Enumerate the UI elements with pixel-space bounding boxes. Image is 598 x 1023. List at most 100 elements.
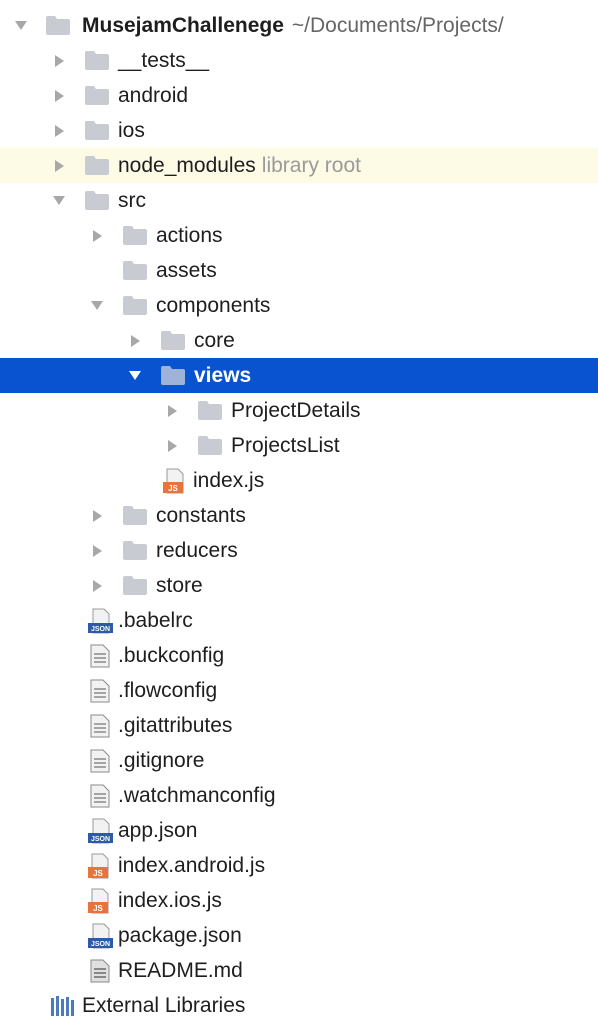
library-icon (50, 988, 76, 1023)
tree-item-actions[interactable]: actions (0, 218, 598, 253)
tree-item-label: app.json (118, 819, 198, 842)
tree-item-label: package.json (118, 924, 242, 947)
chevron-down-icon[interactable] (126, 358, 144, 393)
tree-item-label: index.js (193, 469, 265, 492)
js-file-icon: JS (88, 883, 112, 918)
tree-item-label: .gitattributes (118, 714, 233, 737)
tree-item-watchmanconfig[interactable]: .watchmanconfig (0, 778, 598, 813)
svg-text:JS: JS (93, 904, 103, 913)
tree-item-label: __tests__ (118, 49, 210, 72)
tree-item-project-details[interactable]: ProjectDetails (0, 393, 598, 428)
tree-item-label: ios (118, 119, 145, 142)
chevron-down-icon[interactable] (50, 183, 68, 218)
tree-item-store[interactable]: store (0, 568, 598, 603)
chevron-right-icon[interactable] (88, 568, 106, 603)
folder-icon (85, 43, 109, 78)
root-path: ~/Documents/Projects/ (291, 14, 504, 37)
folder-icon (198, 393, 222, 428)
text-file-icon (90, 778, 110, 813)
json-file-icon: JSON (88, 603, 114, 638)
tree-item-src[interactable]: src (0, 183, 598, 218)
text-file-icon (90, 708, 110, 743)
folder-icon (123, 253, 147, 288)
folder-icon (46, 8, 70, 43)
tree-item-label: src (118, 189, 146, 212)
tree-item-babelrc[interactable]: JSON .babelrc (0, 603, 598, 638)
folder-icon (85, 113, 109, 148)
tree-item-flowconfig[interactable]: .flowconfig (0, 673, 598, 708)
tree-item-label: store (156, 574, 203, 597)
svg-text:JSON: JSON (91, 836, 110, 843)
chevron-right-icon[interactable] (163, 428, 181, 463)
tree-item-label: External Libraries (82, 994, 246, 1017)
tree-item-ios[interactable]: ios (0, 113, 598, 148)
folder-icon (123, 568, 147, 603)
tree-item-reducers[interactable]: reducers (0, 533, 598, 568)
text-file-icon (90, 743, 110, 778)
tree-item-android[interactable]: android (0, 78, 598, 113)
svg-text:JS: JS (168, 484, 178, 493)
project-tree: MusejamChallenege ~/Documents/Projects/ _… (0, 0, 598, 1017)
tree-item-label: actions (156, 224, 223, 247)
tree-item-label: README.md (118, 959, 243, 982)
tree-item-index-android-js[interactable]: JS index.android.js (0, 848, 598, 883)
tree-item-label: components (156, 294, 271, 317)
folder-icon (123, 498, 147, 533)
tree-item-tests[interactable]: __tests__ (0, 43, 598, 78)
tree-item-gitignore[interactable]: .gitignore (0, 743, 598, 778)
chevron-right-icon[interactable] (50, 113, 68, 148)
tree-item-label: core (194, 329, 235, 352)
folder-icon (123, 218, 147, 253)
tree-item-package-json[interactable]: JSON package.json (0, 918, 598, 953)
tree-item-label: .gitignore (118, 749, 205, 772)
chevron-right-icon[interactable] (163, 393, 181, 428)
tree-item-gitattributes[interactable]: .gitattributes (0, 708, 598, 743)
tree-item-constants[interactable]: constants (0, 498, 598, 533)
text-file-icon (90, 953, 110, 988)
tree-root[interactable]: MusejamChallenege ~/Documents/Projects/ (0, 8, 598, 43)
tree-item-node-modules[interactable]: node_modules library root (0, 148, 598, 183)
tree-item-label: assets (156, 259, 217, 282)
js-file-icon: JS (88, 848, 112, 883)
chevron-right-icon[interactable] (88, 218, 106, 253)
json-file-icon: JSON (88, 918, 114, 953)
tree-item-label: .watchmanconfig (118, 784, 276, 807)
folder-icon (123, 533, 147, 568)
tree-item-buckconfig[interactable]: .buckconfig (0, 638, 598, 673)
text-file-icon (90, 673, 110, 708)
folder-icon (85, 78, 109, 113)
tree-item-index-ios-js[interactable]: JS index.ios.js (0, 883, 598, 918)
folder-icon (123, 288, 147, 323)
tree-item-label: constants (156, 504, 246, 527)
chevron-right-icon[interactable] (88, 533, 106, 568)
tree-item-label: ProjectDetails (231, 399, 361, 422)
folder-icon (85, 148, 109, 183)
chevron-right-icon[interactable] (50, 78, 68, 113)
tree-item-label: android (118, 84, 189, 107)
tree-item-label: .flowconfig (118, 679, 218, 702)
tree-item-components[interactable]: components (0, 288, 598, 323)
svg-text:JS: JS (93, 869, 103, 878)
tree-item-label: ProjectsList (231, 434, 340, 457)
chevron-right-icon[interactable] (126, 323, 144, 358)
expand-arrow-icon[interactable] (12, 8, 30, 43)
folder-icon (161, 358, 185, 393)
tree-item-assets[interactable]: assets (0, 253, 598, 288)
chevron-right-icon[interactable] (50, 43, 68, 78)
chevron-right-icon[interactable] (88, 498, 106, 533)
tree-item-views[interactable]: views (0, 358, 598, 393)
tree-item-index-js[interactable]: JS index.js (0, 463, 598, 498)
chevron-right-icon[interactable] (50, 148, 68, 183)
tree-item-projects-list[interactable]: ProjectsList (0, 428, 598, 463)
svg-text:JSON: JSON (91, 626, 110, 633)
tree-item-core[interactable]: core (0, 323, 598, 358)
tree-item-label: index.ios.js (118, 889, 222, 912)
chevron-down-icon[interactable] (88, 288, 106, 323)
tree-item-app-json[interactable]: JSON app.json (0, 813, 598, 848)
tree-item-label: .buckconfig (118, 644, 225, 667)
tree-item-readme[interactable]: README.md (0, 953, 598, 988)
tree-item-label: .babelrc (118, 609, 193, 632)
folder-icon (85, 183, 109, 218)
js-file-icon: JS (163, 463, 187, 498)
tree-item-external-libraries[interactable]: External Libraries (0, 988, 598, 1023)
